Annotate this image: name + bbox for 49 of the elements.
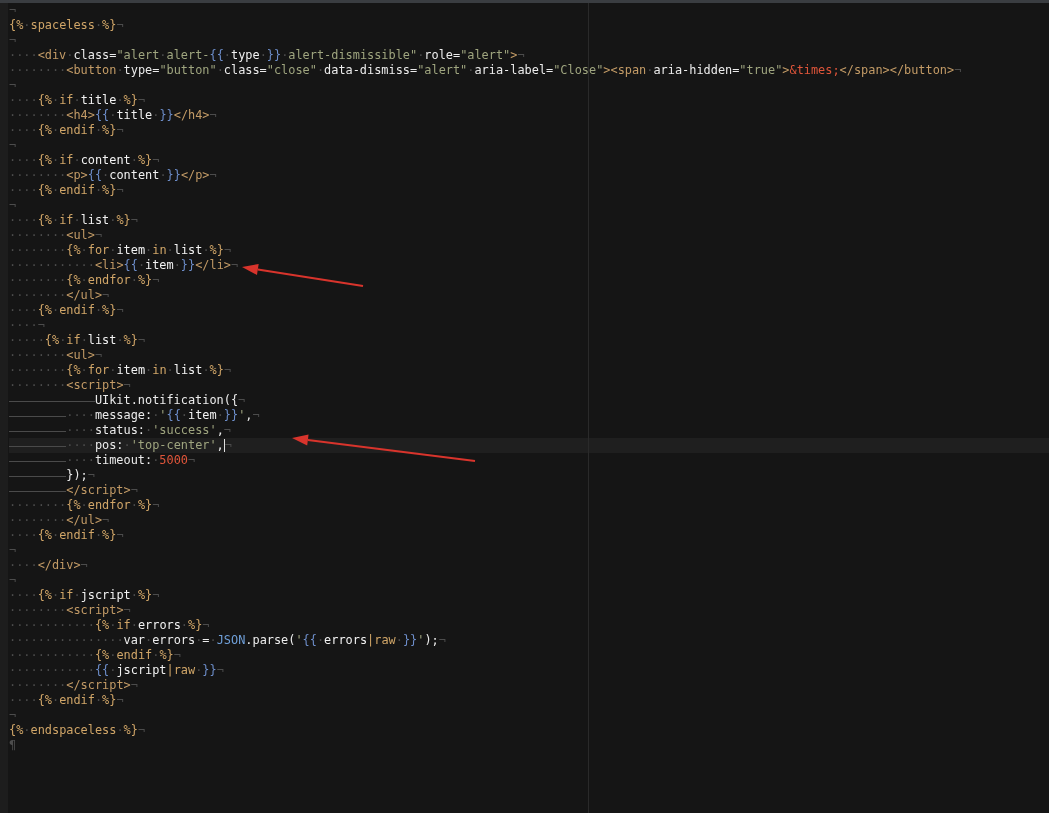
code-line: ¬ [9, 198, 18, 213]
code-line: ········{%·endfor·%}¬ [9, 273, 161, 288]
code-line: ········</ul>¬ [9, 288, 111, 303]
code-line: ····{%·if·jscript·%}¬ [9, 588, 161, 603]
code-line: ········<ul>¬ [9, 228, 104, 243]
code-line: ········<script>¬ [9, 603, 132, 618]
code-line: ········<h4>{{·title·}}</h4>¬ [9, 108, 218, 123]
code-line: });¬ [9, 468, 1049, 483]
code-line: ····timeout:·5000¬ [9, 453, 1049, 468]
code-line: ¬ [9, 78, 18, 93]
code-line: ········</script>¬ [9, 678, 139, 693]
code-line: ¬ [9, 138, 18, 153]
code-line: ············{%·if·errors·%}¬ [9, 618, 211, 633]
code-line: ¬ [9, 543, 18, 558]
code-line: ····{%·endif·%}¬ [9, 183, 125, 198]
code-line: ············{%·endif·%}¬ [9, 648, 182, 663]
code-line: ········</ul>¬ [9, 513, 111, 528]
code-line: ········<button·type="button"·class="close"·data-dismiss="alert"·aria-label="Close"><span·aria-hidden="true">&times;</span></button>¬ [9, 63, 963, 78]
code-line: ····</div>¬ [9, 558, 89, 573]
code-line: ¶ [9, 738, 18, 753]
code-line: ········{%·endfor·%}¬ [9, 498, 161, 513]
code-line: ············<li>{{·item·}}</li>¬ [9, 258, 240, 273]
code-line: ····{%·endif·%}¬ [9, 528, 125, 543]
code-line: ········<script>¬ [9, 378, 132, 393]
code-line: ····{%·if·content·%}¬ [9, 153, 161, 168]
code-line: {%·endspaceless·%}¬ [9, 723, 147, 738]
code-line: ····{%·endif·%}¬ [9, 693, 125, 708]
code-line: ¬ [9, 708, 18, 723]
code-line: ········{%·for·item·in·list·%}¬ [9, 243, 233, 258]
code-line: ····¬ [9, 318, 46, 333]
code-line: </script>¬ [9, 483, 1049, 498]
code-line: ········{%·for·item·in·list·%}¬ [9, 363, 233, 378]
code-line: ············{{·jscript|raw·}}¬ [9, 663, 225, 678]
code-line: {%·spaceless·%}¬ [9, 18, 125, 33]
code-line: ····{%·if·list·%}¬ [9, 213, 139, 228]
code-line: UIkit.notification({¬ [9, 393, 1049, 408]
code-line: ····{%·endif·%}¬ [9, 123, 125, 138]
code-line: ····status:·'success',¬ [9, 423, 1049, 438]
code-line: ·····{%·if·list·%}¬ [9, 333, 147, 348]
code-line: ¬ [9, 573, 18, 588]
code-line: ¬ [9, 33, 18, 48]
code-line: ····{%·endif·%}¬ [9, 303, 125, 318]
code-line: ····{%·if·title·%}¬ [9, 93, 147, 108]
code-line: ········<ul>¬ [9, 348, 104, 363]
code-line: ········<p>{{·content·}}</p>¬ [9, 168, 218, 183]
code-line: ¬ [9, 3, 18, 18]
code-line: ····message:·'{{·item·}}',¬ [9, 408, 1049, 423]
code-line: ················var·errors·=·JSON.parse('{{·errors|raw·}}');¬ [9, 633, 447, 648]
code-line: ····<div·class="alert·alert-{{·type·}}·alert-dismissible"·role="alert">¬ [9, 48, 526, 63]
